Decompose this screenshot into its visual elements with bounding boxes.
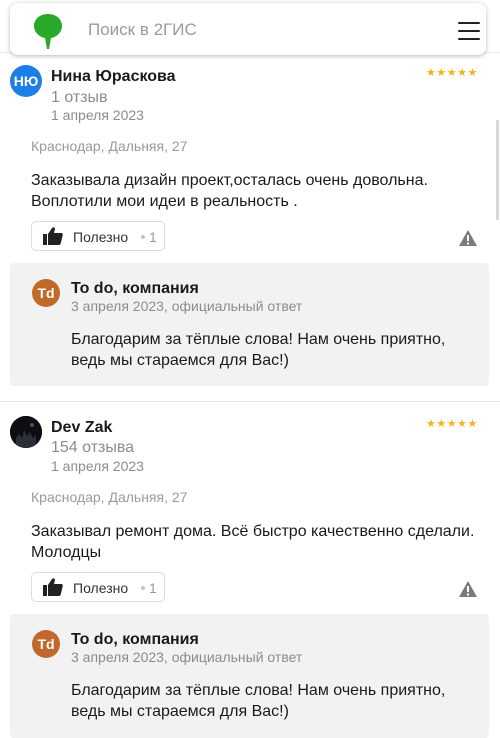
useful-dot (141, 235, 145, 239)
author-name[interactable]: Dev Zak (51, 419, 112, 437)
company-name[interactable]: To do, компания (71, 631, 199, 649)
review-card: Dev Zak 154 отзыва 1 апреля 2023 ★★★★★ К… (0, 411, 500, 738)
reply-meta: 3 апреля 2023, официальный ответ (71, 298, 303, 314)
useful-label: Полезно (73, 580, 129, 596)
thumbs-up-icon (43, 227, 63, 245)
useful-label: Полезно (73, 229, 129, 245)
avatar-photo-icon (10, 416, 42, 448)
useful-button[interactable]: Полезно 1 (31, 572, 165, 602)
review-date: 1 апреля 2023 (51, 107, 144, 123)
rating-stars: ★★★★★ (426, 67, 478, 79)
review-text: Заказывал ремонт дома. Всё быстро качест… (31, 523, 475, 561)
reply-text: Благодарим за тёплые слова! Нам очень пр… (71, 331, 446, 369)
report-warning-icon[interactable] (459, 581, 477, 597)
author-review-count: 1 отзыв (51, 89, 108, 106)
useful-count: 1 (149, 580, 157, 596)
review-text: Заказывала дизайн проект,осталась очень … (31, 172, 428, 210)
useful-dot (141, 586, 145, 590)
thumbs-up-icon (43, 578, 63, 596)
search-bar[interactable] (10, 3, 486, 55)
company-name[interactable]: To do, компания (71, 280, 199, 298)
avatar[interactable] (10, 416, 42, 448)
reply-text: Благодарим за тёплые слова! Нам очень пр… (71, 682, 446, 720)
author-review-count: 154 отзыва (51, 439, 135, 456)
useful-count: 1 (149, 229, 157, 245)
useful-button[interactable]: Полезно 1 (31, 221, 165, 251)
company-avatar[interactable]: Td (32, 279, 60, 307)
company-reply: Td To do, компания 3 апреля 2023, официа… (10, 614, 489, 738)
review-date: 1 апреля 2023 (51, 458, 144, 474)
avatar[interactable]: НЮ (10, 65, 42, 97)
company-reply: Td To do, компания 3 апреля 2023, официа… (10, 263, 489, 386)
review-address: Краснодар, Дальняя, 27 (31, 138, 188, 154)
company-avatar[interactable]: Td (32, 630, 60, 658)
search-input[interactable] (86, 18, 418, 42)
2gis-logo-icon[interactable] (32, 12, 64, 50)
review-address: Краснодар, Дальняя, 27 (31, 489, 188, 505)
report-warning-icon[interactable] (459, 230, 477, 246)
rating-stars: ★★★★★ (426, 418, 478, 430)
review-divider (0, 401, 500, 402)
author-name[interactable]: Нина Юраскова (51, 68, 176, 86)
review-card: НЮ Нина Юраскова 1 отзыв 1 апреля 2023 ★… (0, 60, 500, 400)
reply-meta: 3 апреля 2023, официальный ответ (71, 649, 303, 665)
menu-icon[interactable] (458, 22, 480, 40)
